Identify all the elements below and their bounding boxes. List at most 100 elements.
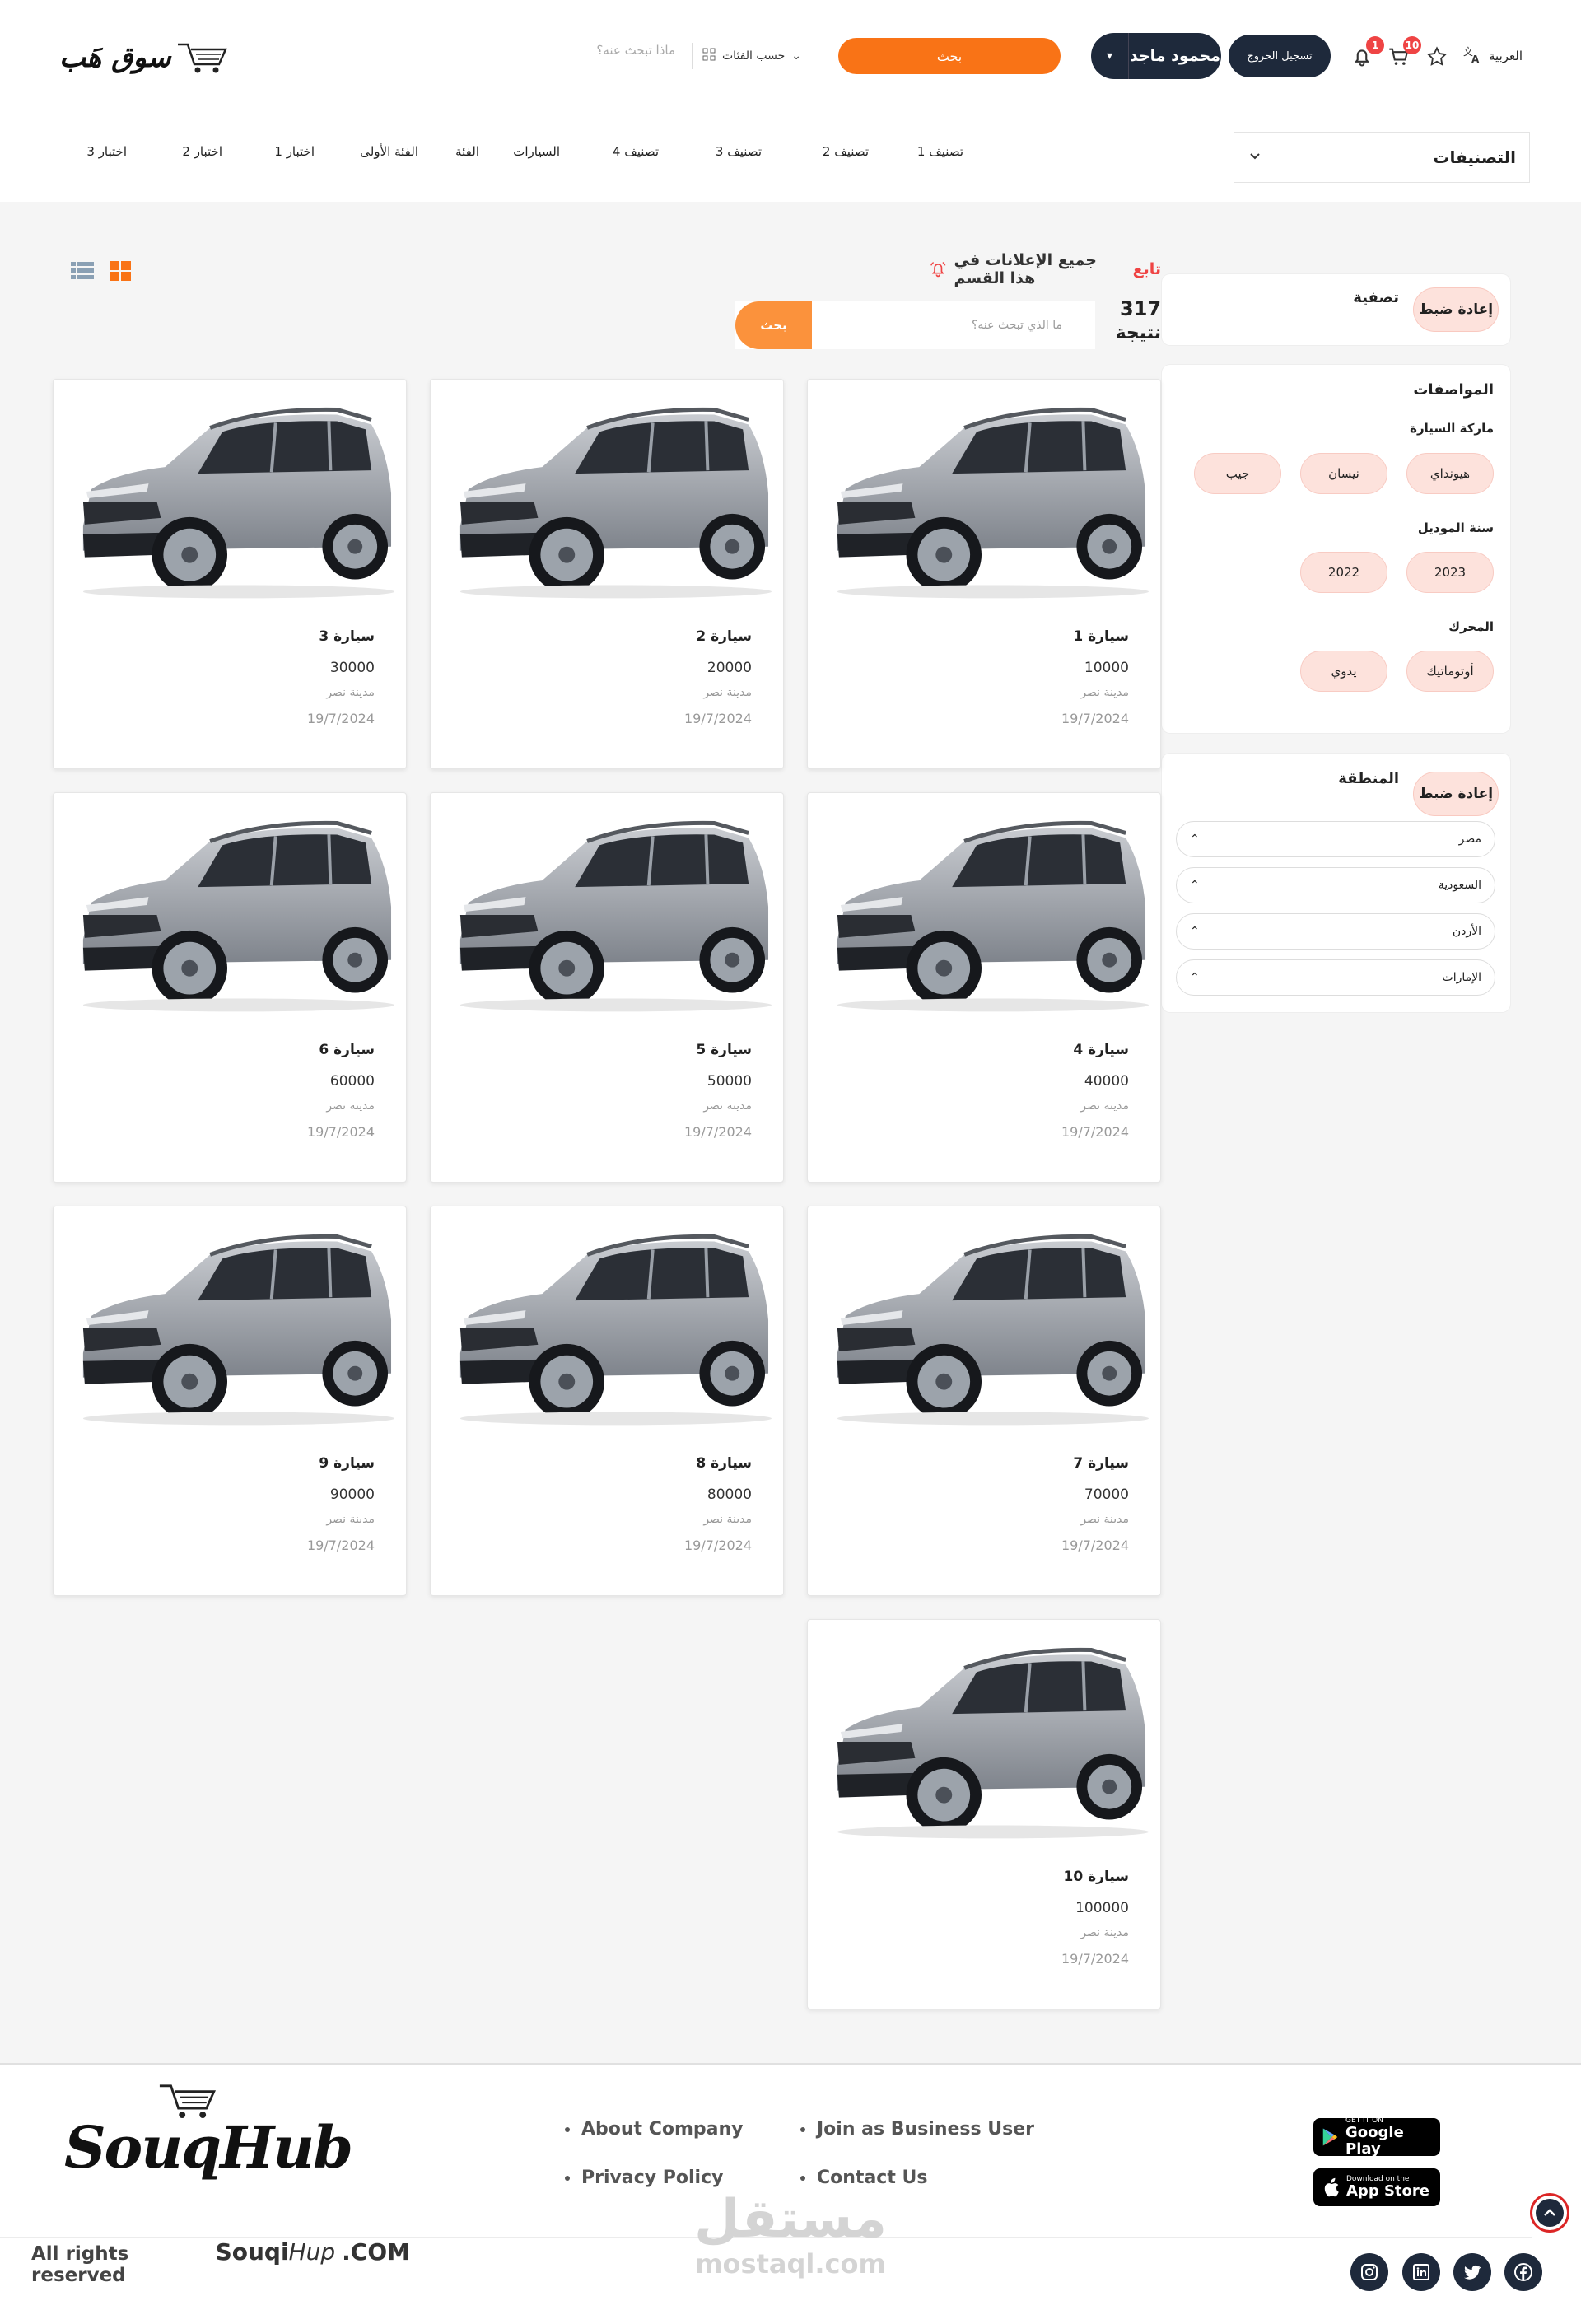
listing-card[interactable]: سيارة 1 10000 مدينة نصر 19/7/2024 (807, 379, 1161, 769)
favorites-button[interactable] (1423, 43, 1451, 71)
car-image[interactable] (444, 808, 772, 1014)
listing-card[interactable]: سيارة 8 80000 مدينة نصر 19/7/2024 (430, 1206, 784, 1596)
listing-card[interactable]: سيارة 2 20000 مدينة نصر 19/7/2024 (430, 379, 784, 769)
nav-item[interactable]: السيارات (513, 144, 560, 159)
car-image[interactable] (821, 1221, 1149, 1427)
footer-link[interactable]: Privacy Policy (565, 2168, 723, 2188)
nav-item[interactable]: اختبار 2 (182, 144, 222, 159)
car-image[interactable] (444, 1221, 772, 1427)
user-menu-button[interactable]: ▾ محمود ماجد (1091, 33, 1221, 79)
listing-title[interactable]: سيارة 8 (696, 1455, 752, 1472)
nav-item[interactable]: تصنيف 1 (917, 144, 963, 159)
notification-button[interactable]: 1 (1348, 36, 1384, 71)
scroll-to-top-button[interactable] (1530, 2193, 1569, 2233)
nav-item[interactable]: الفئة الأولى (360, 144, 418, 159)
watermark-arabic: مستقل (693, 2189, 888, 2250)
listing-date: 19/7/2024 (683, 711, 752, 726)
car-image[interactable] (67, 394, 395, 600)
footer-link[interactable]: Join as Business User (800, 2119, 1034, 2140)
brand-chip[interactable]: هيونداي (1406, 453, 1494, 494)
footer-link[interactable]: About Company (565, 2119, 744, 2140)
language-switcher[interactable]: 文A العربية (1462, 43, 1553, 69)
grid-view-icon[interactable] (109, 260, 132, 285)
region-item[interactable]: ⌃ مصر (1176, 821, 1495, 857)
logo[interactable]: سوق هَب (59, 33, 236, 82)
list-view-icon[interactable] (71, 260, 94, 285)
listing-title[interactable]: سيارة 7 (1073, 1455, 1129, 1472)
nav-item[interactable]: تصنيف 3 (716, 144, 762, 159)
region-item[interactable]: ⌃ الإمارات (1176, 959, 1495, 996)
year-chip[interactable]: 2023 (1406, 552, 1494, 593)
listing-location: مدينة نصر (1080, 1099, 1129, 1113)
car-image[interactable] (444, 394, 772, 600)
filter-reset-button[interactable]: إعادة ضبط (1413, 287, 1499, 332)
brand-chip[interactable]: جيب (1194, 453, 1281, 494)
listing-card[interactable]: سيارة 5 50000 مدينة نصر 19/7/2024 (430, 792, 784, 1183)
cart-logo-icon (177, 43, 227, 73)
listing-date: 19/7/2024 (306, 1124, 375, 1140)
google-play-badge[interactable]: GET IT ON Google Play (1313, 2116, 1440, 2158)
chevron-up-icon: ⌃ (1190, 971, 1200, 984)
nav-item[interactable]: تصنيف 4 (613, 144, 659, 159)
car-image[interactable] (67, 1221, 395, 1427)
instagram-icon[interactable] (1350, 2253, 1388, 2291)
car-image[interactable] (821, 1635, 1149, 1841)
region-item[interactable]: ⌃ السعودية (1176, 867, 1495, 903)
engine-chip[interactable]: يدوي (1300, 651, 1387, 692)
car-image[interactable] (821, 394, 1149, 600)
listing-title[interactable]: سيارة 6 (319, 1042, 375, 1058)
region-item-label: مصر (1458, 833, 1481, 846)
nav-items: تصنيف 1 تصنيف 2 تصنيف 3 تصنيف 4 السيارات… (33, 144, 963, 169)
footer-link[interactable]: Contact Us (800, 2168, 927, 2188)
logout-button[interactable]: تسجيل الخروج (1229, 35, 1331, 77)
engine-chip[interactable]: أوتوماتيك (1406, 651, 1494, 692)
year-chip[interactable]: 2022 (1300, 552, 1387, 593)
nav-item[interactable]: تصنيف 2 (823, 144, 869, 159)
star-icon (1426, 46, 1448, 66)
facebook-icon[interactable] (1504, 2253, 1542, 2291)
footer-logo[interactable]: SouqHub (64, 2080, 353, 2187)
listing-title[interactable]: سيارة 9 (319, 1455, 375, 1472)
listing-card[interactable]: سيارة 10 100000 مدينة نصر 19/7/2024 (807, 1619, 1161, 2009)
twitter-icon[interactable] (1453, 2253, 1491, 2291)
header-search: ماذا تبحث عنه؟ حسب الفئات ⌄ بحث (469, 36, 1062, 77)
listing-card[interactable]: سيارة 9 90000 مدينة نصر 19/7/2024 (53, 1206, 407, 1596)
chevron-up-icon: ⌃ (1190, 879, 1200, 892)
engine-label: المحرك (1448, 619, 1494, 634)
listing-card[interactable]: سيارة 3 30000 مدينة نصر 19/7/2024 (53, 379, 407, 769)
region-item[interactable]: ⌃ الأردن (1176, 913, 1495, 950)
listing-title[interactable]: سيارة 4 (1073, 1042, 1129, 1058)
chevron-up-icon (1536, 2199, 1564, 2227)
listing-title[interactable]: سيارة 10 (1064, 1869, 1129, 1885)
listing-title[interactable]: سيارة 5 (696, 1042, 752, 1058)
copyright: All rights reserved SouqiHup .COM (31, 2238, 410, 2286)
footer-logo-text: SouqHub (64, 2113, 353, 2182)
header-search-button[interactable]: بحث (838, 38, 1061, 74)
listing-title[interactable]: سيارة 2 (696, 628, 752, 645)
listing-title[interactable]: سيارة 1 (1073, 628, 1129, 645)
listing-card[interactable]: سيارة 7 70000 مدينة نصر 19/7/2024 (807, 1206, 1161, 1596)
linkedin-icon[interactable] (1402, 2253, 1440, 2291)
categories-dropdown[interactable]: التصنيفات (1234, 132, 1530, 183)
listing-search-input[interactable]: ما الذي تبحث عنه؟ (812, 301, 1095, 349)
car-image[interactable] (821, 808, 1149, 1014)
listing-location: مدينة نصر (703, 1099, 752, 1113)
follow-section-link[interactable]: جميع الإعلانات في هذا القسم تابع (929, 251, 1161, 287)
listing-card[interactable]: سيارة 6 60000 مدينة نصر 19/7/2024 (53, 792, 407, 1183)
cart-button[interactable]: 10 (1385, 36, 1421, 71)
cart-badge: 10 (1403, 36, 1421, 54)
nav-item[interactable]: اختبار 3 (86, 144, 127, 159)
nav-item[interactable]: اختبار 1 (274, 144, 315, 159)
listing-card[interactable]: سيارة 4 40000 مدينة نصر 19/7/2024 (807, 792, 1161, 1183)
category-filter-select[interactable]: حسب الفئات ⌄ (692, 43, 832, 69)
listing-search-button[interactable]: بحث (735, 301, 812, 349)
region-item-label: الإمارات (1442, 971, 1481, 984)
region-reset-button[interactable]: إعادة ضبط (1413, 772, 1499, 816)
view-toggle (71, 260, 137, 285)
header-search-input[interactable]: ماذا تبحث عنه؟ (469, 43, 675, 69)
brand-chip[interactable]: نيسان (1300, 453, 1387, 494)
app-store-badge[interactable]: Download on the App Store (1313, 2168, 1440, 2206)
car-image[interactable] (67, 808, 395, 1014)
listing-title[interactable]: سيارة 3 (319, 628, 375, 645)
nav-item[interactable]: الفئة (455, 144, 479, 159)
